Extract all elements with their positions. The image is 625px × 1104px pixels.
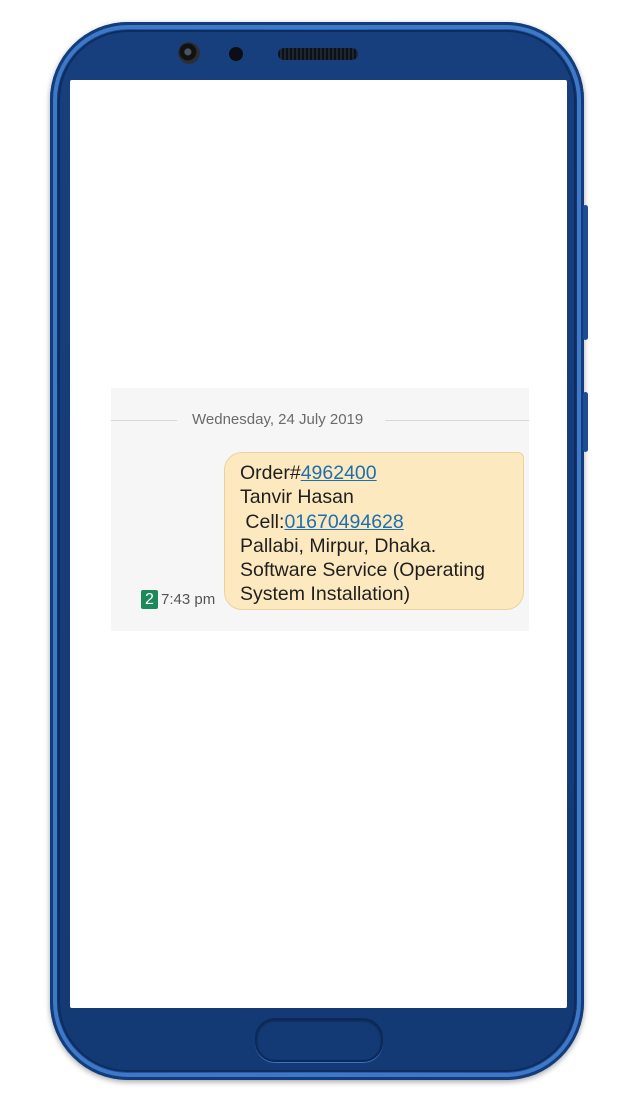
home-button[interactable] (255, 1018, 383, 1062)
proximity-sensor-icon (229, 47, 243, 61)
earpiece-speaker (278, 48, 358, 60)
order-prefix: Order# (240, 462, 301, 484)
volume-button (583, 205, 588, 340)
service-line-2: System Installation) (240, 583, 411, 606)
message-thread: Wednesday, 24 July 2019 Order#4962400 Ta… (111, 388, 529, 631)
sim-2-badge-icon: 2 (141, 590, 158, 609)
date-divider-right (385, 420, 529, 421)
address-line: Pallabi, Mirpur, Dhaka. (240, 534, 437, 557)
order-number-link[interactable]: 4962400 (301, 462, 377, 484)
date-separator: Wednesday, 24 July 2019 (111, 410, 529, 430)
date-divider-left (111, 420, 177, 421)
order-line: Order#4962400 (240, 461, 523, 485)
service-line-1: Software Service (Operating (240, 559, 485, 582)
date-label: Wednesday, 24 July 2019 (192, 411, 364, 428)
message-meta: 2 7:43 pm (141, 590, 215, 610)
customer-name: Tanvir Hasan (240, 486, 354, 509)
message-bubble[interactable]: Order#4962400 Tanvir Hasan Cell:01670494… (224, 452, 524, 610)
power-button (583, 392, 588, 452)
cell-line: Cell:01670494628 (240, 510, 523, 534)
front-camera-icon (178, 42, 200, 64)
cell-number-link[interactable]: 01670494628 (284, 511, 403, 533)
message-time: 7:43 pm (161, 591, 216, 608)
cell-prefix: Cell: (240, 510, 285, 533)
